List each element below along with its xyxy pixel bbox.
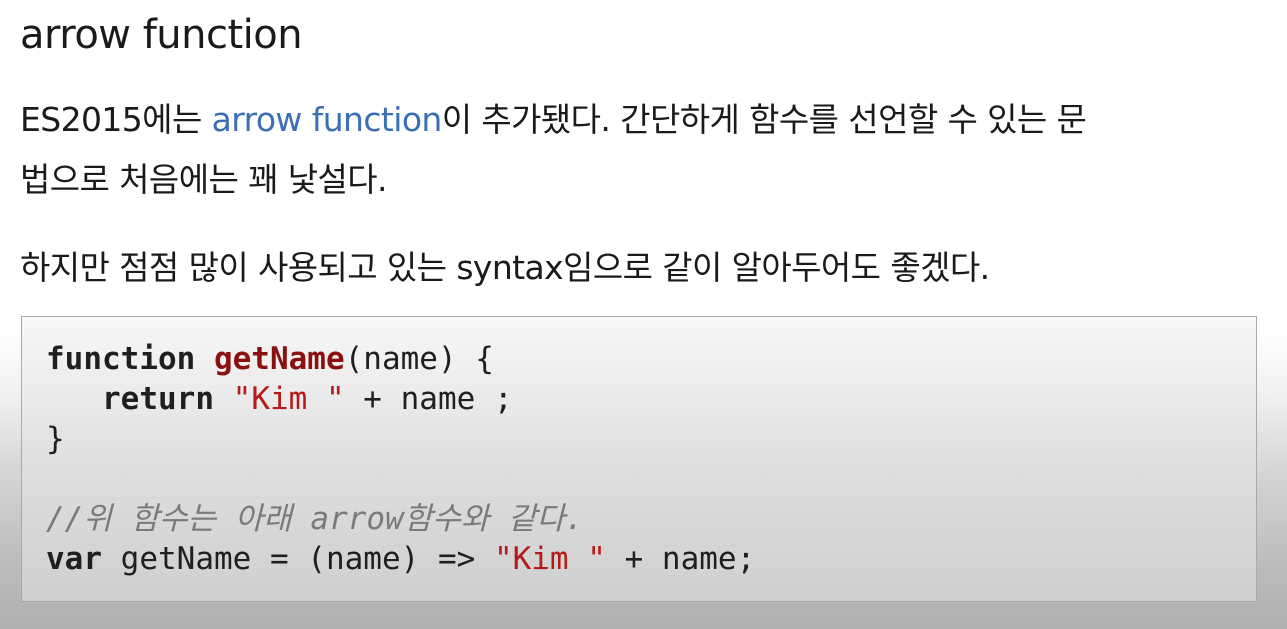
code-line-3: } xyxy=(46,421,65,457)
intro-text-end: 이 추가됐다. 간단하게 함수를 선언할 수 있는 문 xyxy=(441,100,1087,139)
intro-text-start: ES2015에는 xyxy=(20,100,212,139)
keyword-return: return xyxy=(102,381,214,417)
code-arrow-decl: getName = (name) => xyxy=(102,541,494,577)
arrow-function-link[interactable]: arrow function xyxy=(212,100,443,139)
code-listing: function getName(name) { return "Kim " +… xyxy=(46,339,755,579)
code-line-6: var getName = (name) => "Kim " + name; xyxy=(46,539,755,579)
code-block: function getName(name) { return "Kim " +… xyxy=(21,316,1257,602)
keyword-function: function xyxy=(46,341,196,377)
note-paragraph: 하지만 점점 많이 사용되고 있는 syntax임으로 같이 알아두어도 좋겠다… xyxy=(20,248,990,287)
string-literal: "Kim " xyxy=(493,541,606,577)
section-heading: arrow function xyxy=(20,12,303,58)
code-expression: + name; xyxy=(605,541,756,577)
intro-text-line2: 법으로 처음에는 꽤 낯설다. xyxy=(20,160,388,199)
code-line-1: function getName(name) { xyxy=(46,339,755,379)
code-comment: //위 함수는 아래 arrow함수와 같다. xyxy=(46,501,584,537)
keyword-var: var xyxy=(46,541,102,577)
code-params: (name) { xyxy=(344,341,494,377)
string-literal: "Kim " xyxy=(232,381,345,417)
function-name: getName xyxy=(213,341,345,377)
code-line-2: return "Kim " + name ; xyxy=(46,379,755,419)
intro-paragraph: ES2015에는 arrow function이 추가됐다. 간단하게 함수를 … xyxy=(20,90,1087,210)
code-expression: + name ; xyxy=(344,381,513,417)
